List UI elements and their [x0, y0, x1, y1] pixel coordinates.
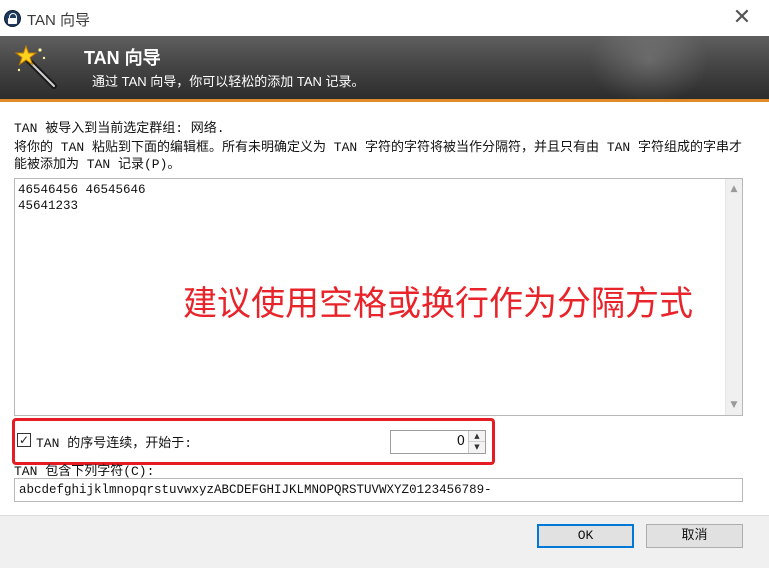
banner-title: TAN 向导 [84, 48, 161, 68]
start-number-value[interactable]: 0 [391, 431, 465, 453]
magic-wand-icon [14, 44, 57, 89]
tan-chars-label: TAN 包含下列字符(C): [14, 464, 155, 479]
ok-button[interactable]: OK [537, 524, 634, 548]
stepper-buttons[interactable]: ▲ ▼ [468, 431, 485, 453]
sequential-checkbox[interactable]: ✓ [17, 433, 31, 447]
tan-chars-input[interactable]: abcdefghijklmnopqrstuvwxyzABCDEFGHIJKLMN… [14, 478, 743, 502]
import-group-text: TAN 被导入到当前选定群组: 网络. [14, 121, 225, 136]
scroll-up-icon[interactable]: ▲ [726, 181, 742, 197]
close-icon[interactable]: ✕ [725, 4, 759, 32]
scroll-down-icon[interactable]: ▼ [726, 397, 742, 413]
wizard-banner: TAN 向导 通过 TAN 向导，你可以轻松的添加 TAN 记录。 [0, 36, 769, 102]
banner-glow [589, 36, 709, 99]
lock-icon [4, 10, 21, 27]
tan-editor-content[interactable]: 46546456 46545646 45641233 [18, 182, 146, 214]
sequential-label: TAN 的序号连续，开始于: [36, 436, 193, 451]
stepper-down-icon[interactable]: ▼ [469, 442, 485, 453]
editor-scrollbar[interactable]: ▲ ▼ [725, 179, 742, 415]
window-title: TAN 向导 [27, 12, 91, 29]
banner-subtitle: 通过 TAN 向导，你可以轻松的添加 TAN 记录。 [92, 74, 365, 89]
stepper-up-icon[interactable]: ▲ [469, 431, 485, 442]
title-bar: TAN 向导 ✕ [0, 0, 769, 36]
cancel-button[interactable]: 取消 [646, 524, 743, 548]
start-number-stepper[interactable]: 0 ▲ ▼ [390, 430, 486, 454]
paste-instructions: 将你的 TAN 粘贴到下面的编辑框。所有未明确定义为 TAN 字符的字符将被当作… [14, 140, 743, 172]
annotation-text: 建议使用空格或换行作为分隔方式 [183, 284, 693, 324]
